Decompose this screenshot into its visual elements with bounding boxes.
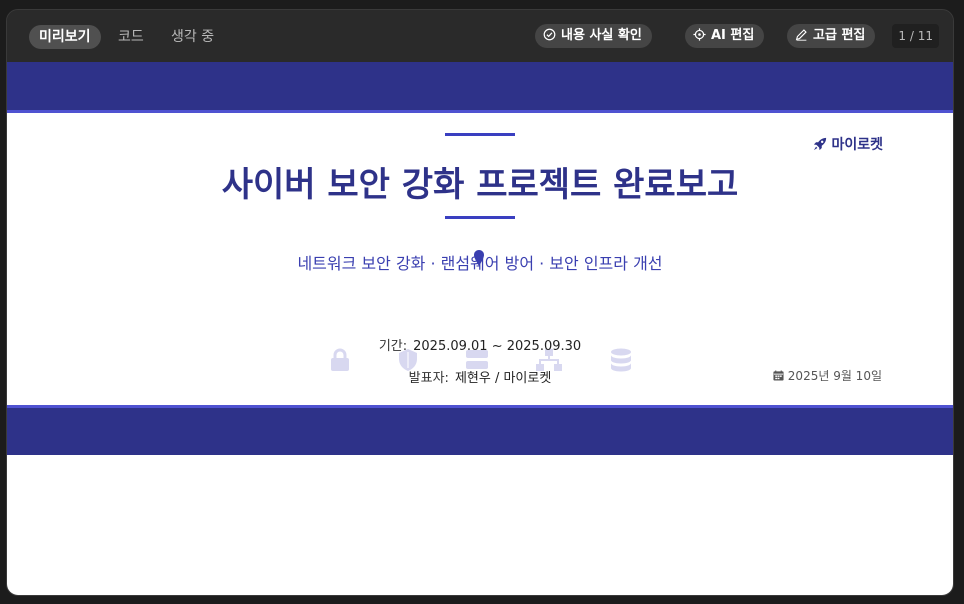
fact-check-button[interactable]: 내용 사실 확인 [535,24,652,48]
pencil-icon [795,29,807,41]
presenter-value: 제현우 / 마이로켓 [454,371,552,386]
tab-preview[interactable]: 미리보기 [29,25,101,49]
ai-edit-label: AI 편집 [711,28,755,43]
check-circle-icon [543,28,556,41]
preview-window: 미리보기 코드 생각 중 내용 사실 확인 AI 편집 고급 편집 1 / 11… [6,9,954,596]
date-text: 2025년 9월 10일 [787,369,882,383]
brand-name: 마이로켓 [831,137,883,153]
slide-canvas: 마이로켓 사이버 보안 강화 프로젝트 완료보고 네트워크 보안 강화 · 랜섬… [7,62,953,595]
period-label: 기간: [378,339,408,354]
title-rule-top [445,133,515,136]
title-rule-bottom [445,216,515,219]
advanced-edit-label: 고급 편집 [813,28,866,43]
pin-icon [474,250,484,266]
page-indicator: 1 / 11 [892,24,939,48]
advanced-edit-button[interactable]: 고급 편집 [787,24,876,48]
tab-code[interactable]: 코드 [108,25,154,49]
period-value: 2025.09.01 ~ 2025.09.30 [413,339,582,354]
rocket-icon [814,137,827,151]
top-band [7,62,953,113]
brand-logo: 마이로켓 [813,134,883,154]
ai-edit-button[interactable]: AI 편집 [685,24,765,48]
bottom-band [7,405,953,455]
fact-check-label: 내용 사실 확인 [561,28,642,43]
presentation-date: 2025년 9월 10일 [773,367,882,384]
target-icon [693,28,706,41]
period-line: 기간: 2025.09.01 ~ 2025.09.30 [7,335,953,354]
tab-thinking[interactable]: 생각 중 [161,25,224,49]
slide-title: 사이버 보안 강화 프로젝트 완료보고 [221,165,739,205]
calendar-icon [773,370,784,381]
presenter-label: 발표자: [408,371,449,386]
toolbar: 미리보기 코드 생각 중 내용 사실 확인 AI 편집 고급 편집 1 / 11 [7,10,953,62]
